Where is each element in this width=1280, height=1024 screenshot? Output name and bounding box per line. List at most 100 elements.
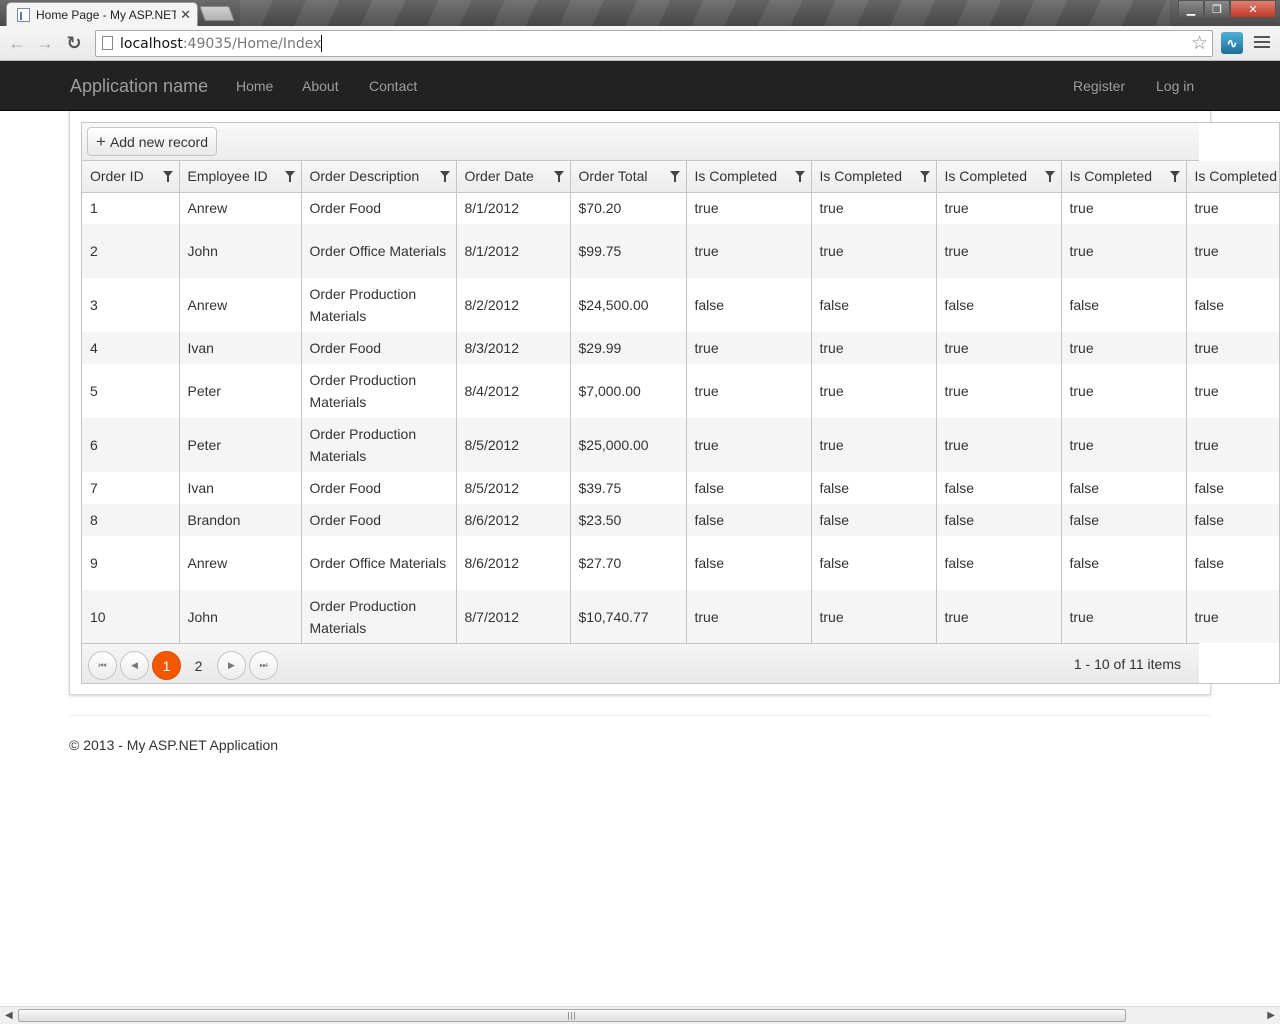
scroll-right-icon[interactable]: ▶ [1267, 1010, 1275, 1021]
column-header[interactable]: Employee ID [179, 161, 302, 193]
table-cell: 8/5/2012 [456, 472, 571, 504]
table-row[interactable]: 7 Ivan Order Food 8/5/2012 $39.75 false false f… [82, 472, 1279, 504]
table-cell: 8/1/2012 [456, 224, 571, 278]
filter-icon[interactable] [669, 171, 680, 182]
column-header[interactable]: Is Completed [936, 161, 1062, 193]
orders-table: Order ID Employee ID Order Description Orde… [82, 161, 1279, 643]
brand-link[interactable]: Application name [70, 76, 208, 97]
new-tab-button[interactable] [199, 6, 235, 21]
table-row[interactable]: 4 Ivan Order Food 8/3/2012 $29.99 true true tru… [82, 332, 1279, 364]
table-row[interactable]: 5 Peter Order Production Materials 8/4/2012… [82, 364, 1279, 418]
column-header-label: Is Completed [819, 168, 902, 185]
table-cell: false [686, 278, 812, 332]
table-cell: Anrew [179, 192, 302, 224]
table-cell: 8/6/2012 [456, 536, 571, 590]
filter-icon[interactable] [553, 171, 564, 182]
table-cell: Order Production Materials [301, 590, 457, 643]
nav-link-login[interactable]: Log in [1156, 78, 1194, 94]
url-path: :49035/Home/Index [182, 35, 322, 52]
column-header[interactable]: Order Total [570, 161, 687, 193]
table-cell: John [179, 590, 302, 643]
filter-icon[interactable] [439, 171, 450, 182]
filter-icon[interactable] [1044, 171, 1055, 182]
nav-link-contact[interactable]: Contact [369, 78, 417, 94]
column-header[interactable]: Is Completed [1061, 161, 1187, 193]
filter-icon[interactable] [1169, 171, 1180, 182]
table-cell: Order Production Materials [301, 418, 457, 472]
next-page-icon[interactable]: ▶ [217, 651, 246, 680]
table-cell: true [686, 192, 812, 224]
filter-icon[interactable] [162, 171, 173, 182]
minimize-button[interactable]: ▁ [1178, 0, 1204, 18]
table-cell: true [1061, 332, 1187, 364]
table-cell: $27.70 [570, 536, 687, 590]
table-cell: $25,000.00 [570, 418, 687, 472]
page-2-button[interactable]: 2 [184, 651, 213, 680]
table-cell: Order Food [301, 472, 457, 504]
scroll-left-icon[interactable]: ◀ [5, 1010, 13, 1021]
tab-close-icon[interactable]: ✕ [180, 7, 191, 23]
scrollbar-thumb[interactable]: ||| [18, 1009, 1126, 1022]
reload-icon[interactable]: ↻ [63, 32, 85, 54]
page-1-button[interactable]: 1 [152, 651, 181, 680]
table-cell: false [811, 504, 937, 536]
table-cell: $23.50 [570, 504, 687, 536]
column-header[interactable]: Is Completed [811, 161, 937, 193]
table-cell: true [811, 192, 937, 224]
nav-link-register[interactable]: Register [1073, 78, 1125, 94]
tab-title: Home Page - My ASP.NET [36, 7, 176, 22]
table-row[interactable]: 6 Peter Order Production Materials 8/5/2012… [82, 418, 1279, 472]
filter-icon[interactable] [284, 171, 295, 182]
table-cell: Peter [179, 418, 302, 472]
browser-menu-icon[interactable] [1254, 34, 1270, 50]
table-cell: $10,740.77 [570, 590, 687, 643]
close-window-button[interactable]: ✕ [1230, 0, 1276, 18]
browser-toolbar: ← → ↻ localhost:49035/Home/Index ☆ [0, 26, 1280, 61]
table-cell: 8/6/2012 [456, 504, 571, 536]
horizontal-scrollbar[interactable]: ◀ ||| ▶ [0, 1006, 1280, 1024]
table-cell: $24,500.00 [570, 278, 687, 332]
footer-text: © 2013 - My ASP.NET Application [69, 737, 279, 753]
back-arrow-icon[interactable]: ← [6, 32, 28, 54]
first-page-icon[interactable]: ⏮ [88, 651, 117, 680]
column-header-label: Employee ID [187, 168, 268, 185]
page-favicon-icon [17, 7, 30, 22]
table-cell: 8 [82, 504, 180, 536]
grid-scroll-area[interactable]: Order ID Employee ID Order Description Orde… [82, 161, 1279, 643]
url-host: localhost [120, 35, 183, 52]
table-row[interactable]: 8 Brandon Order Food 8/6/2012 $23.50 false fal… [82, 504, 1279, 536]
last-page-icon[interactable]: ⏭ [249, 651, 278, 680]
table-row[interactable]: 9 Anrew Order Office Materials 8/6/2012 $27.… [82, 536, 1279, 590]
filter-icon[interactable] [794, 171, 805, 182]
forward-arrow-icon[interactable]: → [34, 32, 56, 54]
table-cell: true [1061, 224, 1187, 278]
filter-icon[interactable] [919, 171, 930, 182]
column-header[interactable]: Is Completed [686, 161, 812, 193]
browser-tab[interactable]: Home Page - My ASP.NET ✕ [6, 2, 198, 26]
add-new-record-button[interactable]: + Add new record [87, 127, 217, 156]
column-header[interactable]: Order ID [82, 161, 180, 193]
table-row[interactable]: 3 Anrew Order Production Materials 8/2/2012… [82, 278, 1279, 332]
nav-link-about[interactable]: About [302, 78, 339, 94]
column-header[interactable]: Order Date [456, 161, 571, 193]
maximize-button[interactable]: ❐ [1204, 0, 1230, 18]
column-header-label: Order Date [464, 168, 534, 185]
table-cell: Order Office Materials [301, 536, 457, 590]
table-cell: true [686, 364, 812, 418]
table-cell: 8/3/2012 [456, 332, 571, 364]
table-row[interactable]: 1 Anrew Order Food 8/1/2012 $70.20 true true tr… [82, 192, 1279, 224]
table-cell: 8/7/2012 [456, 590, 571, 643]
table-cell: false [936, 278, 1062, 332]
table-row[interactable]: 10 John Order Production Materials 8/7/2012… [82, 590, 1279, 643]
browser-title-bar: Home Page - My ASP.NET ✕ ▁ ❐ ✕ [0, 0, 1280, 26]
column-header[interactable]: Order Description [301, 161, 457, 193]
column-header[interactable]: Is Completed [1186, 161, 1279, 193]
bookmark-star-icon[interactable]: ☆ [1191, 32, 1208, 55]
table-cell: false [686, 472, 812, 504]
table-row[interactable]: 2 John Order Office Materials 8/1/2012 $99.7… [82, 224, 1279, 278]
nav-link-home[interactable]: Home [236, 78, 273, 94]
previous-page-icon[interactable]: ◀ [120, 651, 149, 680]
extension-icon[interactable]: ∿ [1221, 32, 1243, 54]
address-bar[interactable]: localhost:49035/Home/Index ☆ [95, 30, 1213, 57]
table-cell: $7,000.00 [570, 364, 687, 418]
